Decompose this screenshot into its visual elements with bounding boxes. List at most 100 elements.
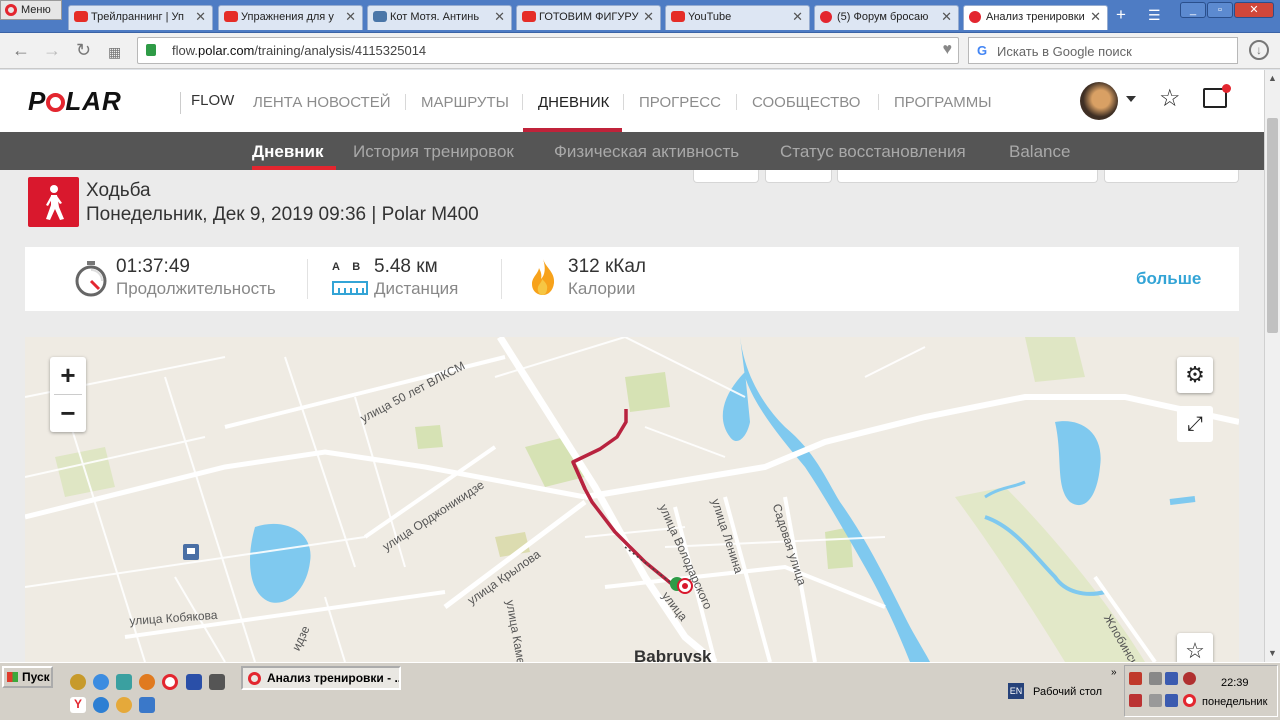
- browser-tab[interactable]: Трейлраннинг | Уп ✕: [68, 5, 213, 30]
- subnav-diary[interactable]: Дневник: [252, 142, 324, 162]
- search-field[interactable]: G Искать в Google поиск: [968, 37, 1238, 64]
- close-icon[interactable]: ✕: [792, 6, 803, 28]
- sub-navigation: Дневник История тренировок Физическая ак…: [0, 132, 1264, 170]
- subnav-training-history[interactable]: История тренировок: [353, 142, 514, 162]
- close-icon[interactable]: ✕: [941, 6, 952, 28]
- tab-list-icon[interactable]: ☰: [1148, 6, 1161, 24]
- route-map[interactable]: улица 50 лет ВЛКСМ улица Орджоникидзе ул…: [25, 337, 1239, 662]
- more-link[interactable]: больше: [1136, 269, 1201, 289]
- maximize-icon[interactable]: ▫: [1207, 2, 1233, 18]
- calories-stat: 312 кКал Калории: [568, 256, 646, 299]
- top-navigation: P LAR FLOW ЛЕНТА НОВОСТЕЙ МАРШРУТЫ ДНЕВНИ…: [0, 70, 1264, 132]
- subnav-balance[interactable]: Balance: [1009, 142, 1070, 162]
- nav-routes[interactable]: МАРШРУТЫ: [421, 94, 509, 111]
- reload-icon[interactable]: ↻: [76, 41, 91, 59]
- toolbar-expand-icon[interactable]: »: [1111, 667, 1117, 678]
- tray-icon[interactable]: [1149, 694, 1162, 707]
- quicklaunch-app-icon[interactable]: [116, 674, 132, 690]
- scroll-down-icon[interactable]: ▼: [1268, 648, 1277, 658]
- subnav-activity[interactable]: Физическая активность: [554, 142, 739, 162]
- download-icon[interactable]: ↓: [1249, 40, 1269, 60]
- yandex-icon[interactable]: Y: [70, 697, 86, 713]
- ruler-icon: [332, 281, 368, 295]
- fullscreen-icon[interactable]: ⤢: [1177, 406, 1213, 442]
- tray-icon[interactable]: [1149, 672, 1162, 685]
- tab-label: (5) Форум бросаю: [837, 11, 929, 23]
- action-button[interactable]: [1104, 170, 1239, 183]
- polar-logo[interactable]: P LAR: [28, 86, 122, 117]
- language-indicator[interactable]: EN: [1008, 683, 1024, 699]
- page-scrollbar[interactable]: ▲ ▼: [1264, 70, 1280, 662]
- duration-value: 01:37:49: [116, 256, 190, 277]
- scrollbar-thumb[interactable]: [1267, 118, 1278, 333]
- close-icon[interactable]: ✕: [1090, 6, 1101, 28]
- nav-progress[interactable]: ПРОГРЕСС: [639, 94, 721, 111]
- browser-tab[interactable]: Кот Мотя. Антинь ✕: [367, 5, 512, 30]
- action-button[interactable]: [837, 170, 1098, 183]
- quicklaunch-app-icon[interactable]: [209, 674, 225, 690]
- close-icon[interactable]: ✕: [643, 6, 654, 28]
- subnav-recovery[interactable]: Статус восстановления: [780, 142, 966, 162]
- new-tab-icon[interactable]: +: [1116, 6, 1126, 24]
- speed-dial-icon[interactable]: ▦: [108, 43, 121, 61]
- session-date-device: Понедельник, Дек 9, 2019 09:36 | Polar M…: [86, 204, 479, 225]
- nav-news-feed[interactable]: ЛЕНТА НОВОСТЕЙ: [253, 94, 390, 111]
- action-button[interactable]: [693, 170, 759, 183]
- youtube-icon: [671, 11, 685, 22]
- close-icon[interactable]: ✕: [494, 6, 505, 28]
- bookmark-heart-icon[interactable]: ♥: [943, 41, 953, 59]
- close-window-icon[interactable]: ✕: [1234, 2, 1274, 18]
- minimize-icon[interactable]: _: [1180, 2, 1206, 18]
- duration-label: Продолжительность: [116, 279, 276, 298]
- zoom-in-button[interactable]: +: [50, 357, 86, 393]
- save-icon[interactable]: [186, 674, 202, 690]
- browser-tab[interactable]: ГОТОВИМ ФИГУРУ ✕: [516, 5, 661, 30]
- clock-time[interactable]: 22:39: [1221, 677, 1249, 689]
- notifications-icon[interactable]: [1203, 84, 1231, 108]
- search-placeholder: Искать в Google поиск: [997, 44, 1132, 59]
- forward-icon[interactable]: →: [43, 41, 61, 59]
- browser-tab-active[interactable]: Анализ тренировки ✕: [963, 5, 1108, 30]
- desktop-toolbar[interactable]: Рабочий стол: [1033, 686, 1102, 698]
- internet-explorer-icon[interactable]: [93, 697, 109, 713]
- flow-label: FLOW: [180, 92, 234, 114]
- browser-tab[interactable]: Упражнения для у ✕: [218, 5, 363, 30]
- tray-icon[interactable]: [1129, 672, 1142, 685]
- avatar[interactable]: [1080, 82, 1118, 120]
- map-settings-gear-icon[interactable]: ⚙: [1177, 357, 1213, 393]
- opera-icon[interactable]: [162, 674, 178, 690]
- tray-icon[interactable]: [1183, 672, 1196, 685]
- back-icon[interactable]: ←: [12, 41, 30, 59]
- tray-icon[interactable]: [1165, 672, 1178, 685]
- quicklaunch-app-icon[interactable]: [139, 697, 155, 713]
- close-icon[interactable]: ✕: [195, 6, 206, 28]
- antivirus-shield-icon[interactable]: [1129, 694, 1142, 707]
- firefox-icon[interactable]: [139, 674, 155, 690]
- nav-community[interactable]: СООБЩЕСТВО: [752, 94, 860, 111]
- quicklaunch-app-icon[interactable]: [70, 674, 86, 690]
- calories-value: 312 кКал: [568, 256, 647, 277]
- chevron-down-icon[interactable]: [1126, 96, 1136, 102]
- url-field[interactable]: flow.polar.com/training/analysis/4115325…: [137, 37, 959, 64]
- nav-diary[interactable]: ДНЕВНИК: [538, 94, 609, 111]
- polar-flowsync-icon[interactable]: [1183, 694, 1196, 707]
- taskbar-window-opera[interactable]: Анализ тренировки - ...: [241, 666, 401, 690]
- browser-tab[interactable]: YouTube ✕: [665, 5, 810, 30]
- scroll-up-icon[interactable]: ▲: [1268, 73, 1277, 83]
- browser-tab[interactable]: (5) Форум бросаю ✕: [814, 5, 959, 30]
- map-favorite-star-icon[interactable]: ☆: [1177, 633, 1213, 662]
- tab-label: Трейлраннинг | Уп: [91, 11, 184, 23]
- star-icon[interactable]: ☆: [1159, 86, 1181, 112]
- media-player-icon[interactable]: [116, 697, 132, 713]
- close-icon[interactable]: ✕: [345, 6, 356, 28]
- flame-icon: [532, 259, 555, 295]
- tray-icon[interactable]: [1165, 694, 1178, 707]
- opera-menu-button[interactable]: Меню: [0, 0, 62, 20]
- nav-divider: [405, 94, 406, 110]
- chrome-icon[interactable]: [93, 674, 109, 690]
- zoom-out-button[interactable]: −: [50, 395, 86, 431]
- address-bar: ← → ↻ ▦ flow.polar.com/training/analysis…: [0, 33, 1280, 69]
- start-button[interactable]: Пуск: [2, 666, 53, 688]
- action-button[interactable]: [765, 170, 832, 183]
- nav-programs[interactable]: ПРОГРАММЫ: [894, 94, 992, 111]
